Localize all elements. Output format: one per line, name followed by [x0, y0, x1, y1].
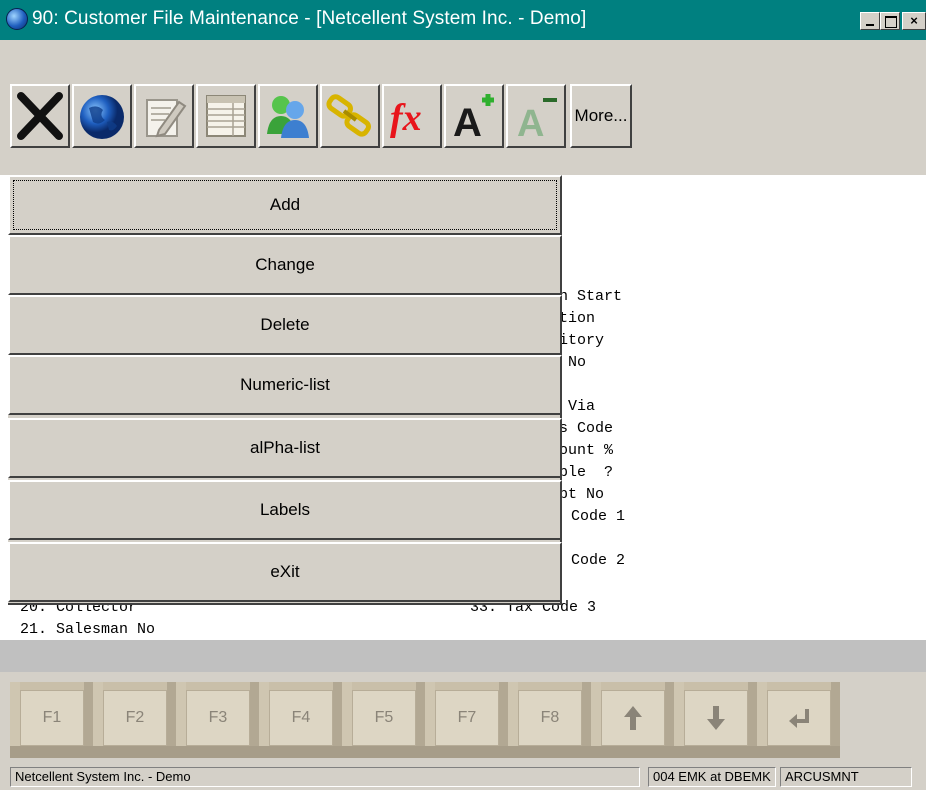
f3-key[interactable]: F3: [176, 682, 259, 760]
close-window-button[interactable]: ×: [902, 12, 926, 30]
font-increase-toolbar-button[interactable]: A: [444, 84, 504, 148]
menu-labels[interactable]: Labels: [8, 480, 562, 540]
field-label-salesman: 21. Salesman No: [20, 621, 156, 638]
title-bar: 90: Customer File Maintenance - [Netcell…: [0, 0, 926, 40]
f3-key-label: F3: [186, 690, 250, 746]
arrow-up-icon: [624, 706, 642, 730]
f8-key-label: F8: [518, 690, 582, 746]
toolbar: fx A A More...: [0, 40, 926, 175]
more-button[interactable]: More...: [570, 84, 632, 148]
grid-toolbar-button[interactable]: [196, 84, 256, 148]
status-bar: Netcellent System Inc. - Demo 004 EMK at…: [0, 764, 926, 790]
separator-band: [0, 640, 926, 672]
f4-key[interactable]: F4: [259, 682, 342, 760]
globe-icon: [80, 95, 124, 139]
minimize-button[interactable]: [860, 12, 880, 30]
status-user: 004 EMK at DBEMK: [648, 767, 776, 787]
maintenance-menu: Add Change Delete Numeric-list alPha-lis…: [8, 175, 562, 605]
field-label-partial: Code 1: [562, 508, 626, 525]
menu-add[interactable]: Add: [8, 175, 562, 235]
menu-delete[interactable]: Delete: [8, 295, 562, 355]
field-label-partial: Code 2: [562, 552, 626, 569]
svg-text:A: A: [517, 103, 544, 142]
function-key-bar: F1 F2 F3 F4 F5 F7 F8: [0, 672, 926, 764]
function-fx-icon: fx: [390, 97, 422, 139]
function-toolbar-button[interactable]: fx: [382, 84, 442, 148]
f2-key[interactable]: F2: [93, 682, 176, 760]
f1-key[interactable]: F1: [10, 682, 93, 760]
menu-numeric-list[interactable]: Numeric-list: [8, 355, 562, 415]
edit-toolbar-button[interactable]: [134, 84, 194, 148]
f4-key-label: F4: [269, 690, 333, 746]
enter-key[interactable]: [757, 682, 840, 760]
svg-text:fx: fx: [390, 97, 422, 139]
menu-exit[interactable]: eXit: [8, 542, 562, 602]
maximize-button[interactable]: [880, 12, 900, 30]
globe-toolbar-button[interactable]: [72, 84, 132, 148]
svg-text:A: A: [453, 101, 482, 142]
arrow-down-icon: [707, 706, 725, 730]
chain-link-icon: [326, 94, 371, 137]
font-decrease-toolbar-button[interactable]: A: [506, 84, 566, 148]
status-program: ARCUSMNT: [780, 767, 912, 787]
enter-icon: [789, 709, 809, 728]
users-toolbar-button[interactable]: [258, 84, 318, 148]
app-globe-icon: [6, 8, 28, 30]
close-x-icon: [17, 92, 63, 140]
f5-key-label: F5: [352, 690, 416, 746]
spreadsheet-icon: [206, 95, 246, 137]
menu-alpha-list[interactable]: alPha-list: [8, 418, 562, 478]
edit-note-icon: [146, 99, 187, 138]
up-arrow-key[interactable]: [591, 682, 674, 760]
font-increase-icon: A: [453, 94, 494, 142]
f2-key-label: F2: [103, 690, 167, 746]
f8-key[interactable]: F8: [508, 682, 591, 760]
users-icon: [267, 96, 309, 138]
font-decrease-icon: A: [517, 98, 557, 142]
menu-change[interactable]: Change: [8, 235, 562, 295]
status-company: Netcellent System Inc. - Demo: [10, 767, 640, 787]
f5-key[interactable]: F5: [342, 682, 425, 760]
down-arrow-key[interactable]: [674, 682, 757, 760]
link-toolbar-button[interactable]: [320, 84, 380, 148]
f1-key-label: F1: [20, 690, 84, 746]
f7-key[interactable]: F7: [425, 682, 508, 760]
close-toolbar-button[interactable]: [10, 84, 70, 148]
f7-key-label: F7: [435, 690, 499, 746]
window-title: 90: Customer File Maintenance - [Netcell…: [32, 8, 587, 29]
